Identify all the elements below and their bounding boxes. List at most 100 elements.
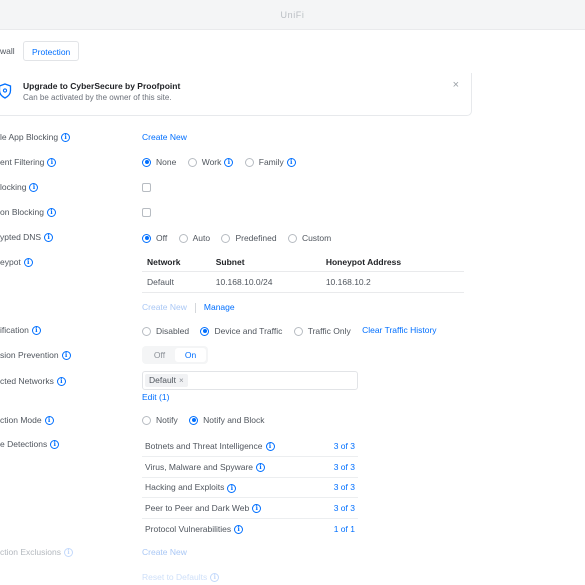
intrusion-prevention-toggle[interactable]: Off On [142,346,208,364]
info-icon[interactable]: i [56,377,66,387]
detection-category: Protocol Vulnerabilities i [142,518,321,539]
network-chip[interactable]: Default × [145,374,188,387]
info-icon[interactable]: i [286,157,296,167]
detection-category-label: Virus, Malware and Spyware [145,461,254,472]
detection-category: Peer to Peer and Dark Web i [142,497,322,519]
app-blocking-create-new-link[interactable]: Create New [142,132,187,142]
identification-device-traffic-label: Device and Traffic [214,325,283,336]
protected-networks-input[interactable]: Default × [142,371,358,390]
detection-exclusions-label-text: ction Exclusions [0,547,61,557]
table-row[interactable]: Peer to Peer and Dark Web i 3 of 3 [142,497,358,519]
ad-blocking-checkbox[interactable] [142,183,151,192]
identification-label-text: ification [0,325,29,335]
window-titlebar: UniFi [0,0,585,30]
region-blocking-label: on Blocking i [0,207,56,218]
content-filter-none-label: None [156,156,177,167]
info-icon[interactable]: i [265,442,275,452]
honeypot-label-text: eypot [0,257,21,267]
table-row[interactable]: Default 10.168.10.0/24 10.168.10.2 [142,271,464,293]
radio-icon[interactable] [142,326,151,336]
identification-disabled-radio[interactable]: Disabled [142,326,189,336]
info-icon[interactable]: i [252,504,262,514]
honeypot-manage-link[interactable]: Manage [204,302,235,312]
detection-notify-radio[interactable]: Notify [142,415,178,425]
detection-notify-label: Notify [156,414,178,425]
dns-custom-radio[interactable]: Custom [287,232,332,243]
radio-icon[interactable] [142,415,151,425]
info-icon[interactable]: i [61,351,71,361]
reset-defaults-link[interactable]: Reset to Defaults i [142,572,220,583]
info-icon[interactable]: i [50,440,60,450]
content-filter-family-radio[interactable]: Family i [244,156,296,167]
detection-exclusions-label: ction Exclusions i [0,547,73,558]
intrusion-prevention-label: sion Prevention i [0,350,71,361]
protected-networks-label: cted Networks i [0,376,66,387]
radio-selected-icon[interactable] [200,326,210,336]
content-filter-none-radio[interactable]: None [142,157,176,167]
info-icon[interactable]: i [224,157,234,167]
info-icon[interactable]: i [227,483,237,493]
detections-table: Botnets and Threat Intelligence i 3 of 3 … [142,436,358,539]
info-icon[interactable]: i [29,183,39,193]
identification-device-traffic-radio[interactable]: Device and Traffic [200,326,282,336]
detection-category-label: Protocol Vulnerabilities [145,523,232,534]
intrusion-prevention-label-text: sion Prevention [0,350,59,360]
toggle-on-option[interactable]: On [175,348,206,362]
info-icon[interactable]: i [46,208,56,218]
region-blocking-checkbox[interactable] [142,208,151,217]
chip-remove-icon[interactable]: × [179,376,184,385]
info-icon[interactable]: i [256,463,266,473]
info-icon[interactable]: i [44,233,54,243]
dns-predefined-label: Predefined [235,232,277,243]
close-icon[interactable]: × [453,79,459,91]
tab-protection[interactable]: Protection [23,41,80,61]
info-icon[interactable]: i [44,416,54,426]
region-blocking-label-text: on Blocking [0,207,44,217]
detection-count-link[interactable]: 3 of 3 [321,477,358,499]
info-icon[interactable]: i [63,548,73,558]
table-row[interactable]: Protocol Vulnerabilities i 1 of 1 [142,518,358,539]
info-icon[interactable]: i [61,133,71,143]
info-icon[interactable]: i [47,158,57,168]
radio-icon[interactable] [244,157,254,167]
dns-auto-radio[interactable]: Auto [178,233,210,243]
detection-count-link[interactable]: 3 of 3 [321,456,358,478]
info-icon[interactable]: i [23,258,33,268]
info-icon[interactable]: i [234,525,244,535]
ad-blocking-label: locking i [0,182,39,193]
table-row[interactable]: Virus, Malware and Spyware i 3 of 3 [142,456,358,478]
radio-icon[interactable] [287,233,297,243]
identification-traffic-only-radio[interactable]: Traffic Only [293,326,351,336]
info-icon[interactable]: i [210,573,220,583]
app-blocking-label-text: le App Blocking [0,132,59,142]
detection-count-link[interactable]: 3 of 3 [321,497,358,519]
radio-icon[interactable] [187,157,197,167]
radio-icon[interactable] [221,233,231,243]
dns-custom-label: Custom [301,232,332,243]
dns-predefined-radio[interactable]: Predefined [221,232,277,243]
detection-category: Virus, Malware and Spyware i [142,456,322,478]
info-icon[interactable]: i [31,326,41,336]
content-filter-work-radio[interactable]: Work i [187,157,234,167]
detection-count-link[interactable]: 1 of 1 [321,518,358,539]
detection-exclusions-create-new-link[interactable]: Create New [142,547,187,557]
dns-off-radio[interactable]: Off [142,233,167,243]
detection-mode-label: ction Mode i [0,415,54,426]
honeypot-create-new-link[interactable]: Create New [142,302,187,312]
radio-selected-icon[interactable] [189,415,199,425]
detection-notify-block-radio[interactable]: Notify and Block [189,415,265,425]
detection-count-link[interactable]: 3 of 3 [321,436,358,458]
tab-firewall[interactable]: wall [0,41,15,61]
content-filter-family-label: Family [258,156,284,167]
banner-subtitle: Can be activated by the owner of this si… [23,93,172,102]
radio-icon[interactable] [178,233,188,243]
radio-selected-icon[interactable] [142,157,151,167]
table-row[interactable]: Hacking and Exploits i 3 of 3 [142,477,358,499]
column-header: Network [142,253,211,272]
table-row[interactable]: Botnets and Threat Intelligence i 3 of 3 [142,436,358,458]
clear-traffic-history-link[interactable]: Clear Traffic History [362,325,436,335]
radio-icon[interactable] [293,326,303,336]
radio-selected-icon[interactable] [142,233,151,243]
toggle-off-option[interactable]: Off [144,348,175,362]
protected-networks-edit-link[interactable]: Edit (1) [142,392,169,402]
